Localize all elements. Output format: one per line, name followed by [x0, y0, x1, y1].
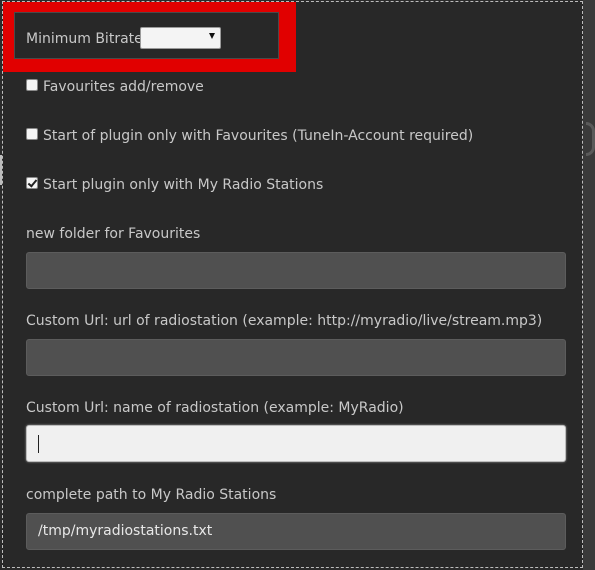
settings-screen: Minimum Bitrate Favourites add/remove St…	[0, 0, 595, 570]
start-with-my-stations-row[interactable]: Start plugin only with My Radio Stations	[26, 176, 323, 194]
background-panel-edge	[583, 0, 595, 570]
start-with-my-stations-label: Start plugin only with My Radio Stations	[43, 177, 324, 193]
start-with-favourites-checkbox[interactable]	[26, 128, 38, 140]
text-caret	[38, 435, 39, 453]
custom-url-label: Custom Url: url of radiostation (example…	[26, 313, 543, 329]
custom-name-input[interactable]	[26, 425, 566, 462]
favourites-add-remove-row[interactable]: Favourites add/remove	[26, 78, 204, 96]
custom-name-label: Custom Url: name of radiostation (exampl…	[26, 400, 404, 416]
chevron-down-icon	[209, 33, 215, 39]
favourites-add-remove-checkbox[interactable]	[26, 79, 38, 91]
start-with-favourites-label: Start of plugin only with Favourites (Tu…	[43, 128, 474, 144]
favourites-folder-input[interactable]	[26, 252, 566, 289]
stations-path-input[interactable]: /tmp/myradiostations.txt	[26, 513, 566, 550]
settings-dialog: Minimum Bitrate Favourites add/remove St…	[2, 1, 583, 568]
start-with-favourites-row[interactable]: Start of plugin only with Favourites (Tu…	[26, 127, 473, 145]
stations-path-label: complete path to My Radio Stations	[26, 487, 277, 503]
background-curve	[586, 122, 595, 156]
start-with-my-stations-checkbox[interactable]	[26, 177, 38, 189]
minimum-bitrate-label: Minimum Bitrate	[26, 31, 143, 47]
favourites-add-remove-label: Favourites add/remove	[43, 79, 204, 95]
favourites-folder-label: new folder for Favourites	[26, 226, 201, 242]
custom-url-input[interactable]	[26, 339, 566, 376]
minimum-bitrate-select[interactable]	[140, 27, 221, 49]
stations-path-value: /tmp/myradiostations.txt	[38, 523, 213, 539]
